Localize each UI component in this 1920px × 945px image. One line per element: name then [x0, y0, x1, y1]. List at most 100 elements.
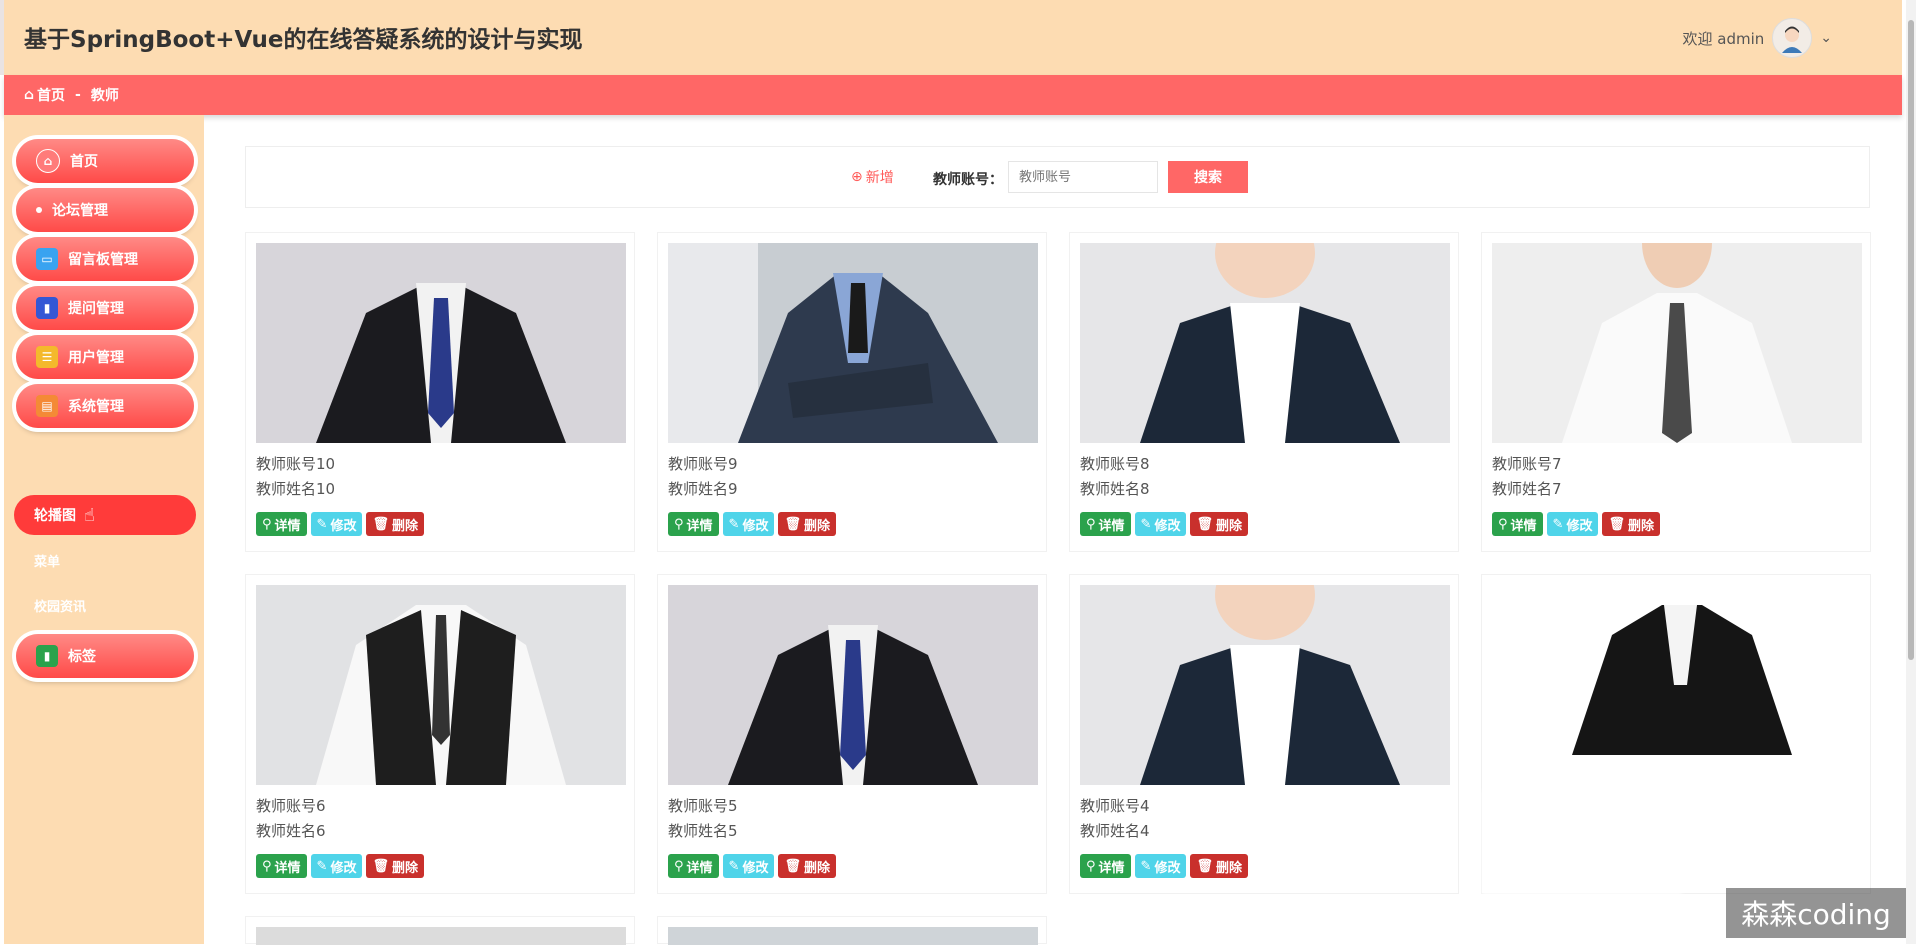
teacher-name: 教师姓名5: [668, 822, 738, 840]
breadcrumb-separator: -: [75, 87, 81, 103]
delete-button[interactable]: 🗑 删除: [1190, 854, 1248, 878]
teacher-account: 教师账号4: [1080, 797, 1150, 815]
search-icon: ⚲: [1086, 858, 1096, 874]
delete-button[interactable]: 🗑 删除: [1602, 512, 1660, 536]
delete-button[interactable]: 🗑 删除: [778, 854, 836, 878]
detail-button[interactable]: ⚲ 详情: [256, 854, 307, 878]
add-button-label: 新增: [865, 170, 894, 186]
sidebar-item-home[interactable]: ⌂ 首页: [16, 139, 194, 183]
breadcrumb-current: 教师: [90, 88, 119, 104]
teacher-card[interactable]: 教师账号6 教师姓名6 ⚲ 详情 ✎ 修改 🗑 删除: [245, 574, 635, 894]
breadcrumb: ⌂ 首页 - 教师: [4, 75, 1902, 115]
breadcrumb-home[interactable]: ⌂ 首页: [24, 85, 65, 105]
sidebar-item-users[interactable]: ☰ 用户管理: [16, 335, 194, 379]
teacher-card[interactable]: 教师账号7 教师姓名7 ⚲ 详情 ✎ 修改 🗑 删除: [1481, 232, 1871, 552]
sidebar-subitem-menu[interactable]: 菜单: [34, 551, 60, 570]
sidebar-item-label: 提问管理: [68, 301, 124, 317]
teacher-card[interactable]: [1481, 574, 1871, 895]
sidebar-item-questions[interactable]: ▮ 提问管理: [16, 286, 194, 330]
teacher-account: 教师账号9: [668, 455, 738, 473]
teacher-card[interactable]: 教师账号5 教师姓名5 ⚲ 详情 ✎ 修改 🗑 删除: [657, 574, 1047, 894]
teacher-photo: [668, 585, 1038, 785]
teacher-account: 教师账号7: [1492, 455, 1562, 473]
delete-label: 删除: [391, 518, 418, 534]
pencil-icon: ✎: [1140, 858, 1152, 874]
teacher-name: 教师姓名4: [1080, 822, 1150, 840]
sidebar-subitem-label: 轮播图: [34, 508, 76, 524]
edit-button[interactable]: ✎ 修改: [310, 854, 363, 878]
sidebar-item-label: 留言板管理: [68, 252, 138, 268]
avatar[interactable]: [1772, 18, 1813, 58]
teacher-card[interactable]: 教师账号4 教师姓名4 ⚲ 详情 ✎ 修改 🗑 删除: [1069, 574, 1459, 894]
pencil-icon: ✎: [316, 858, 328, 874]
edit-button[interactable]: ✎ 修改: [310, 512, 363, 536]
teacher-card[interactable]: 教师账号9 教师姓名9 ⚲ 详情 ✎ 修改 🗑 删除: [657, 232, 1047, 552]
sidebar-subitem-carousel[interactable]: 轮播图 ☝: [14, 495, 196, 535]
sidebar-subitem-news[interactable]: 校园资讯: [34, 596, 86, 615]
trash-icon: 🗑: [372, 516, 389, 532]
teacher-card[interactable]: 教师账号8 教师姓名8 ⚲ 详情 ✎ 修改 🗑 删除: [1069, 232, 1459, 552]
detail-button[interactable]: ⚲ 详情: [256, 512, 307, 536]
plus-circle-icon: ⊕: [851, 169, 863, 185]
pencil-icon: ✎: [1552, 516, 1564, 532]
search-icon: ⚲: [1086, 516, 1096, 532]
edit-button[interactable]: ✎ 修改: [1134, 512, 1187, 536]
delete-button[interactable]: 🗑 删除: [366, 854, 424, 878]
edit-label: 修改: [742, 860, 769, 876]
search-icon: ⚲: [674, 858, 684, 874]
teacher-name: 教师姓名7: [1492, 480, 1562, 498]
detail-button[interactable]: ⚲ 详情: [668, 512, 719, 536]
scrollbar[interactable]: [1906, 0, 1916, 944]
detail-button[interactable]: ⚲ 详情: [1080, 854, 1131, 878]
breadcrumb-home-label: 首页: [37, 88, 66, 104]
search-input[interactable]: [1008, 161, 1158, 193]
sidebar-item-tags[interactable]: ▮ 标签: [16, 634, 194, 678]
detail-label: 详情: [274, 860, 301, 876]
teacher-photo: [1080, 585, 1450, 785]
trash-icon: 🗑: [372, 858, 389, 874]
detail-button[interactable]: ⚲ 详情: [1080, 512, 1131, 536]
delete-button[interactable]: 🗑 删除: [778, 512, 836, 536]
chevron-down-icon[interactable]: ⌄: [1820, 30, 1832, 46]
trash-icon: 🗑: [784, 858, 801, 874]
delete-button[interactable]: 🗑 删除: [366, 512, 424, 536]
detail-button[interactable]: ⚲ 详情: [668, 854, 719, 878]
teacher-photo: [668, 243, 1038, 443]
teacher-account: 教师账号8: [1080, 455, 1150, 473]
edit-label: 修改: [1154, 860, 1181, 876]
sidebar-item-messageboard[interactable]: ▭ 留言板管理: [16, 237, 194, 281]
edit-label: 修改: [1566, 518, 1593, 534]
delete-label: 删除: [803, 860, 830, 876]
detail-button[interactable]: ⚲ 详情: [1492, 512, 1543, 536]
sidebar-item-system[interactable]: ▤ 系统管理: [16, 384, 194, 428]
search-field-label: 教师账号：: [933, 172, 1003, 188]
trash-icon: 🗑: [1608, 516, 1625, 532]
users-icon: ☰: [36, 346, 58, 368]
edit-button[interactable]: ✎ 修改: [1134, 854, 1187, 878]
teacher-photo: [1080, 243, 1450, 443]
search-button[interactable]: 搜索: [1168, 161, 1248, 193]
edit-button[interactable]: ✎ 修改: [1546, 512, 1599, 536]
app-title: 基于SpringBoot+Vue的在线答疑系统的设计与实现: [24, 27, 583, 53]
sidebar-item-label: 首页: [70, 154, 98, 170]
edit-button[interactable]: ✎ 修改: [722, 854, 775, 878]
search-icon: ⚲: [1498, 516, 1508, 532]
delete-button[interactable]: 🗑 删除: [1190, 512, 1248, 536]
user-menu[interactable]: 欢迎 admin ⌄: [1682, 18, 1832, 58]
teacher-card[interactable]: 教师账号10 教师姓名10 ⚲ 详情 ✎ 修改 🗑 删除: [245, 232, 635, 552]
edit-label: 修改: [330, 518, 357, 534]
teacher-photo: [1492, 585, 1862, 785]
detail-label: 详情: [686, 518, 713, 534]
add-button[interactable]: ⊕ 新增: [851, 167, 894, 187]
sidebar-item-forum[interactable]: 论坛管理: [16, 188, 194, 232]
pencil-icon: ✎: [728, 516, 740, 532]
welcome-text: 欢迎 admin: [1682, 29, 1765, 48]
scrollbar-thumb[interactable]: [1908, 20, 1914, 660]
teacher-card[interactable]: [657, 916, 1047, 945]
edit-button[interactable]: ✎ 修改: [722, 512, 775, 536]
sidebar-item-label: 系统管理: [68, 399, 124, 415]
trash-icon: 🗑: [1196, 516, 1213, 532]
search-icon: ⚲: [262, 516, 272, 532]
teacher-name: 教师姓名6: [256, 822, 326, 840]
teacher-card[interactable]: [245, 916, 635, 945]
